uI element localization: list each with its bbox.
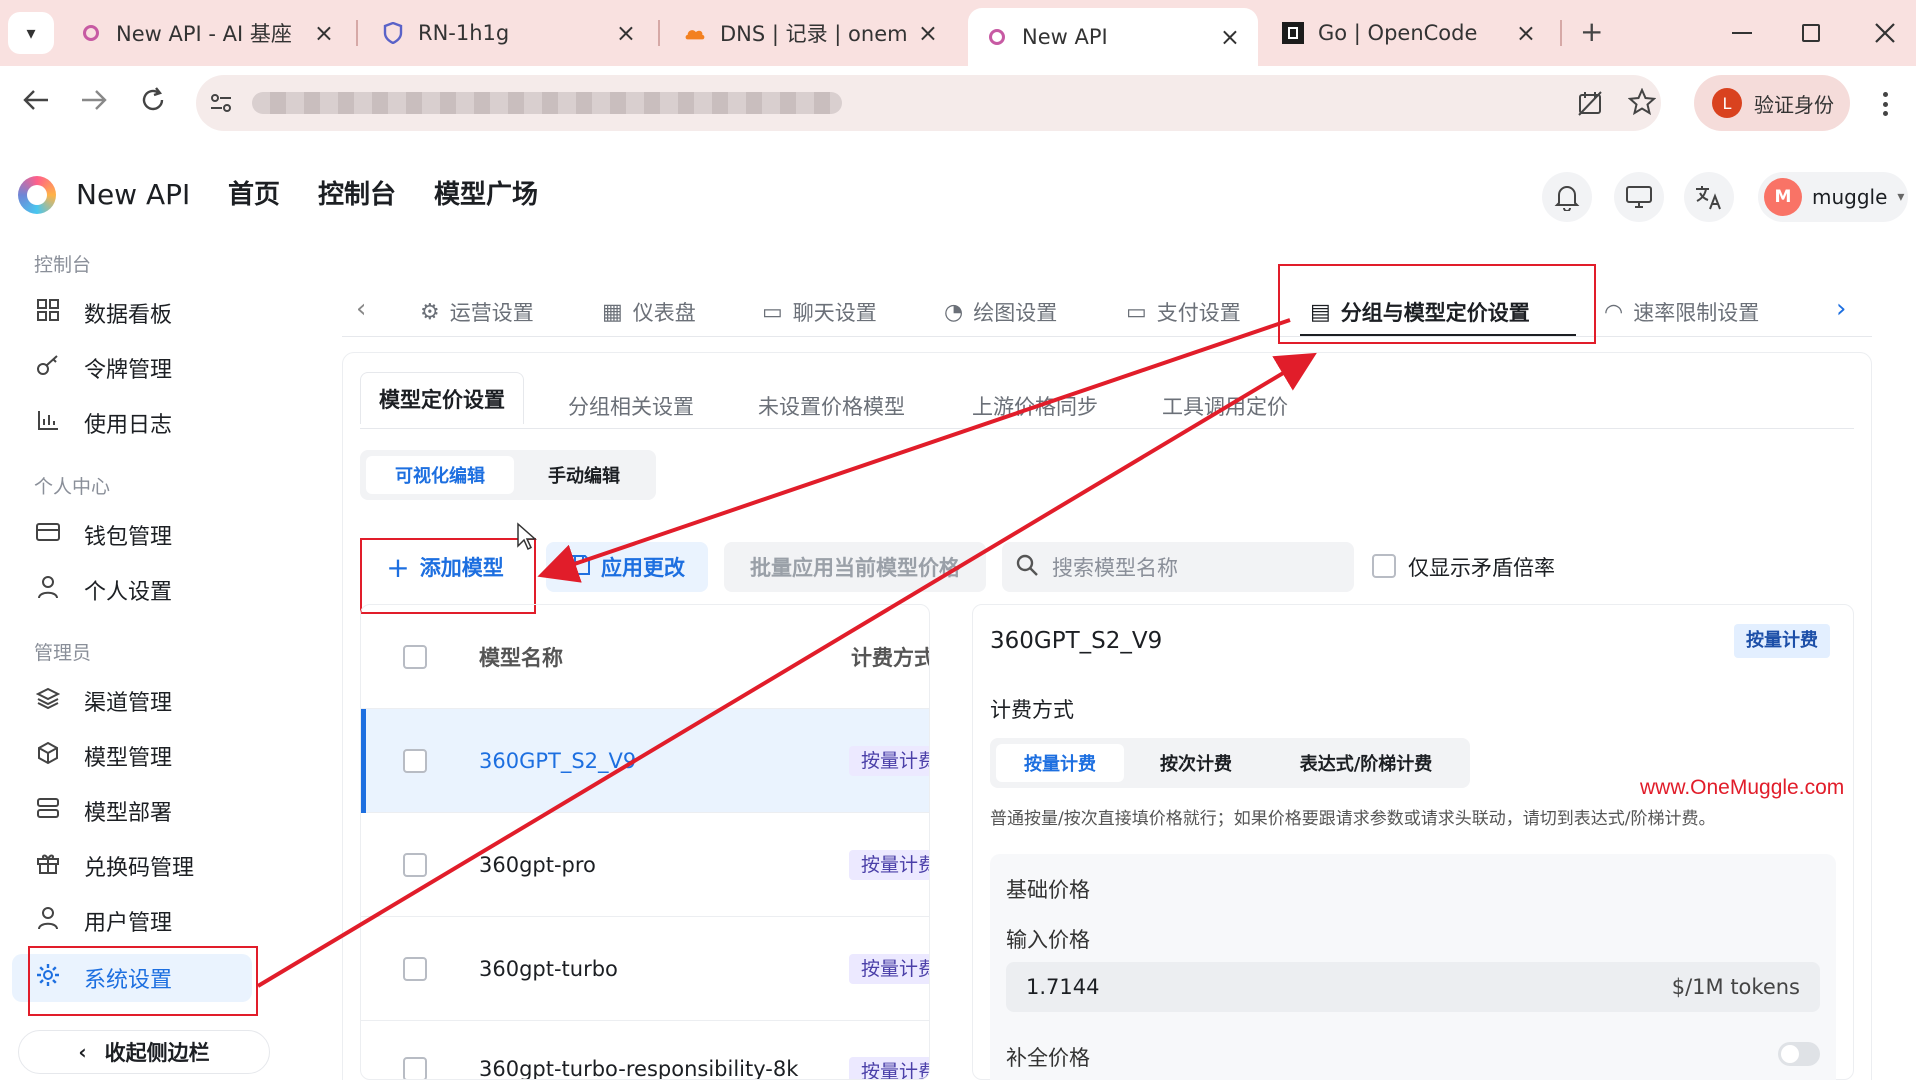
arrow-settings-to-pricing-tab	[256, 352, 1317, 988]
arrow-pricing-tab-to-add-model	[537, 318, 1291, 583]
annotation-arrows	[256, 318, 1317, 988]
